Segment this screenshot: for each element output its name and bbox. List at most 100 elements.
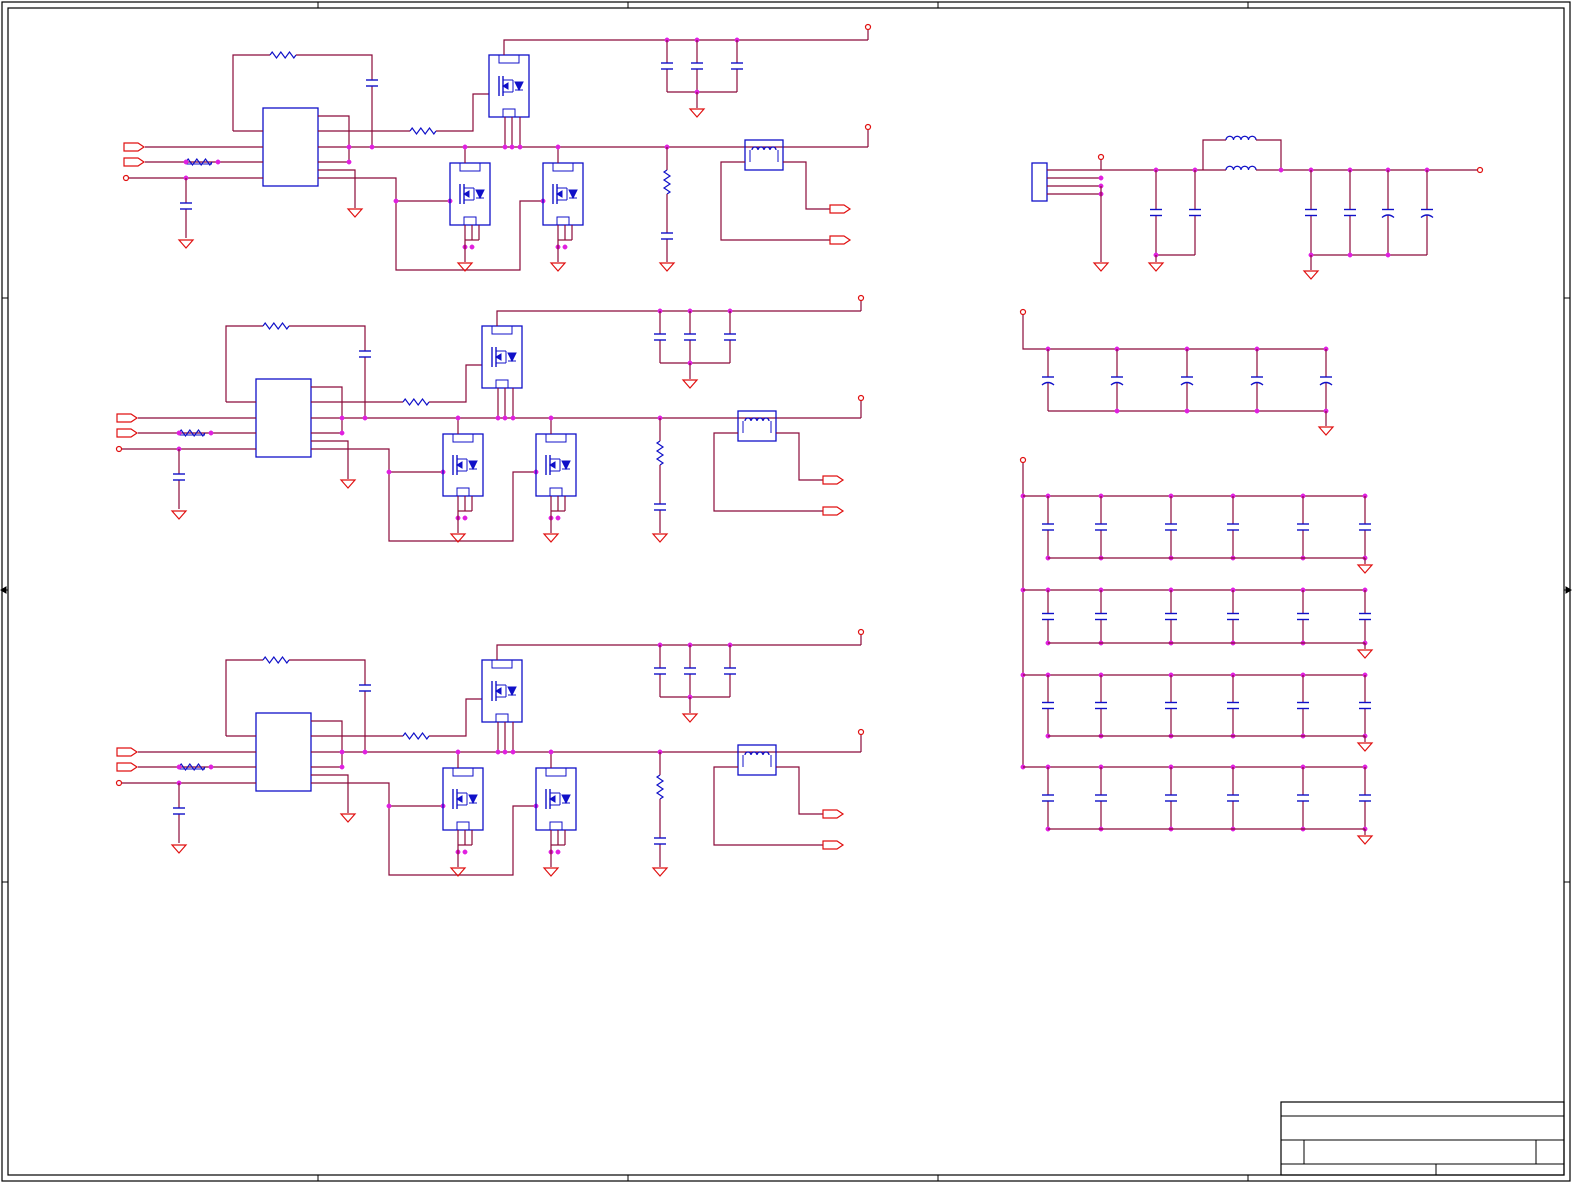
junction-dot xyxy=(386,803,392,809)
body-diode-icon xyxy=(568,189,578,200)
capacitor xyxy=(1359,590,1371,643)
ground-triangle xyxy=(658,262,676,272)
capacitor xyxy=(1095,675,1107,736)
junction-dot xyxy=(176,764,182,770)
junction-dot xyxy=(509,144,515,150)
net-port xyxy=(116,428,139,438)
ground-triangle xyxy=(681,379,699,389)
filter-resistor xyxy=(185,157,213,167)
net-terminal xyxy=(122,174,130,182)
wire xyxy=(496,644,861,660)
wire xyxy=(1022,315,1326,350)
wire xyxy=(311,774,349,813)
capacitor xyxy=(661,40,673,92)
junction-dot xyxy=(502,749,508,755)
resistor xyxy=(402,397,430,407)
net-port-shape xyxy=(822,840,845,850)
ground-triangle xyxy=(688,108,706,118)
mosfet xyxy=(535,433,577,497)
ground-symbol xyxy=(658,262,676,272)
inner-border xyxy=(7,7,1565,1176)
capacitor-row-1 xyxy=(1020,493,1374,574)
body-diode-icon xyxy=(475,189,485,200)
mosfet-arrow xyxy=(495,353,502,361)
junction-dot xyxy=(455,749,461,755)
schematic-canvas xyxy=(0,1,1572,1182)
junction-dot xyxy=(1114,408,1120,414)
resistor-zigzag xyxy=(262,655,290,665)
wire xyxy=(296,54,373,78)
capacitor xyxy=(724,311,736,363)
junction-dot xyxy=(386,469,392,475)
ground-triangle xyxy=(1092,262,1110,272)
polarized-capacitor xyxy=(1381,170,1395,255)
wire xyxy=(1202,139,1226,170)
capacitor xyxy=(1165,675,1177,736)
ceramic-capacitor-banks xyxy=(1019,456,1374,845)
net-terminal xyxy=(857,294,865,302)
body-diode-icon xyxy=(561,460,571,471)
net-port xyxy=(123,157,146,167)
power-phase-3 xyxy=(115,628,865,877)
net-port xyxy=(829,235,852,245)
mosfet-pin-block xyxy=(495,379,509,389)
ground-symbol xyxy=(1356,835,1374,845)
ground-symbol xyxy=(651,867,669,877)
mosfet-arrow xyxy=(549,461,556,469)
wire xyxy=(311,782,536,876)
ground-symbol xyxy=(346,208,364,218)
mosfet-body xyxy=(449,162,491,226)
junction-dot xyxy=(555,515,561,521)
junction-dot xyxy=(562,244,568,250)
ground-symbol xyxy=(177,239,195,249)
wire xyxy=(289,325,366,349)
body-diode-icon xyxy=(468,460,478,471)
junction-dot xyxy=(362,415,368,421)
capacitor xyxy=(1042,767,1054,829)
net-port-shape xyxy=(123,142,146,152)
ground-triangle xyxy=(651,533,669,543)
capacitor xyxy=(654,645,666,697)
ground-triangle xyxy=(549,262,567,272)
capacitor xyxy=(1095,590,1107,643)
capacitor-row-2 xyxy=(1020,587,1374,659)
junction-dot xyxy=(1278,167,1284,173)
wire xyxy=(429,698,482,737)
ground-symbol xyxy=(170,510,188,520)
ground-symbol xyxy=(688,108,706,118)
mosfet xyxy=(442,767,484,831)
body-diode-icon xyxy=(561,794,571,805)
wire xyxy=(311,440,349,479)
mosfet xyxy=(535,767,577,831)
junction-dot xyxy=(208,764,214,770)
resistor xyxy=(269,50,297,60)
polarized-capacitor xyxy=(1250,349,1264,411)
mosfet-pin-block xyxy=(452,433,474,443)
ground-symbol xyxy=(549,262,567,272)
junction-dot xyxy=(1385,252,1391,258)
body-diode-icon xyxy=(507,686,517,697)
ground-triangle xyxy=(1356,835,1374,845)
capacitor xyxy=(1042,675,1054,736)
capacitor xyxy=(173,805,185,817)
net-terminal xyxy=(1019,456,1027,464)
wire xyxy=(713,766,823,846)
junction-dot xyxy=(1347,252,1353,258)
capacitor xyxy=(1359,767,1371,829)
ground-triangle xyxy=(542,867,560,877)
net-terminal xyxy=(857,728,865,736)
ground-triangle xyxy=(651,867,669,877)
net-port-shape xyxy=(116,413,139,423)
capacitor xyxy=(654,835,666,847)
capacitor xyxy=(1165,590,1177,643)
filter-resistor xyxy=(178,428,206,438)
junction-dot xyxy=(502,415,508,421)
junction-dot xyxy=(339,415,345,421)
junction-dot xyxy=(548,415,554,421)
junction-dot xyxy=(208,430,214,436)
mosfet-pin-block xyxy=(545,767,567,777)
capacitor xyxy=(1344,170,1356,255)
wire xyxy=(1256,139,1282,170)
resistor xyxy=(662,169,672,195)
gate-driver-ic xyxy=(255,378,312,458)
